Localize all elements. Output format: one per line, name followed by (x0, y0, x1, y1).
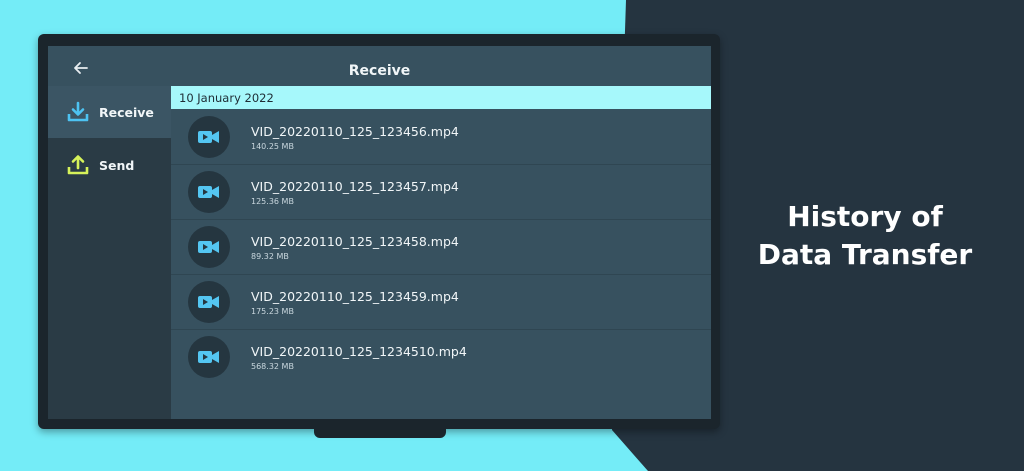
file-name: VID_20220110_125_123456.mp4 (251, 124, 459, 139)
file-size: 140.25 MB (251, 142, 294, 151)
file-name: VID_20220110_125_123457.mp4 (251, 179, 459, 194)
file-name: VID_20220110_125_123458.mp4 (251, 234, 459, 249)
sidebar: Receive Send (48, 86, 171, 419)
file-size: 568.32 MB (251, 362, 294, 371)
file-size: 125.36 MB (251, 197, 294, 206)
list-item[interactable]: VID_20220110_125_123456.mp4 140.25 MB (171, 109, 711, 165)
promo-heading: History of Data Transfer (720, 198, 1010, 274)
tv-frame: Receive Receive Send 10 January 2022 VID… (38, 34, 720, 429)
tv-screen: Receive Receive Send 10 January 2022 VID… (48, 46, 711, 419)
sidebar-item-label: Receive (99, 105, 154, 120)
list-item[interactable]: VID_20220110_125_1234510.mp4 568.32 MB (171, 329, 711, 384)
promo-line-1: History of (787, 200, 943, 233)
page-title: Receive (348, 63, 411, 79)
file-name: VID_20220110_125_123459.mp4 (251, 289, 459, 304)
list-item[interactable]: VID_20220110_125_123458.mp4 89.32 MB (171, 219, 711, 275)
file-size: 89.32 MB (251, 252, 289, 261)
list-item[interactable]: VID_20220110_125_123457.mp4 125.36 MB (171, 164, 711, 220)
video-icon (188, 171, 230, 213)
file-size: 175.23 MB (251, 307, 294, 316)
video-icon (188, 281, 230, 323)
upload-icon (67, 155, 89, 175)
date-label: 10 January 2022 (179, 91, 274, 105)
list-item[interactable]: VID_20220110_125_123459.mp4 175.23 MB (171, 274, 711, 330)
sidebar-item-label: Send (99, 158, 135, 173)
promo-line-2: Data Transfer (757, 238, 973, 271)
video-icon (188, 336, 230, 378)
sidebar-item-receive[interactable]: Receive (48, 86, 171, 138)
sidebar-item-send[interactable]: Send (48, 139, 171, 191)
top-bar: Receive (48, 46, 711, 86)
video-icon (188, 226, 230, 268)
video-icon (188, 116, 230, 158)
download-icon (67, 101, 89, 122)
file-name: VID_20220110_125_1234510.mp4 (251, 344, 467, 359)
tv-stand (314, 428, 446, 438)
date-group-header: 10 January 2022 (171, 86, 711, 109)
